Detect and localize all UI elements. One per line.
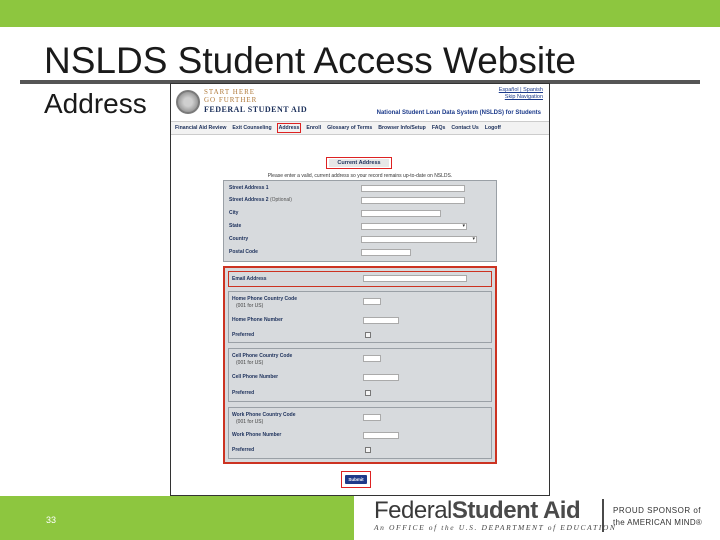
top-accent-bar — [0, 0, 720, 27]
home-preferred-label: Preferred — [232, 332, 255, 338]
cell-country-code-input[interactable] — [363, 355, 381, 362]
cell-number-input[interactable] — [363, 374, 399, 381]
cell-phone-subpanel: Cell Phone Country Code (001 for US) Cel… — [228, 348, 492, 402]
site-header: START HERE GO FURTHER FEDERAL STUDENT AI… — [171, 84, 549, 120]
cell-country-code-label: Cell Phone Country Code — [232, 353, 293, 359]
footer-divider — [602, 499, 604, 532]
work-country-code-label: Work Phone Country Code — [232, 412, 296, 418]
contact-panel: Email Address Home Phone Country Code (0… — [223, 266, 497, 464]
submit-highlight: Submit — [341, 471, 371, 488]
site-navbar: Financial Aid Review Exit Counseling Add… — [171, 121, 549, 135]
spanish-link[interactable]: Español | Spanish — [499, 87, 543, 93]
work-number-label: Work Phone Number — [232, 432, 282, 438]
country-label: Country — [229, 236, 249, 242]
city-label: City — [229, 210, 239, 216]
work-preferred-checkbox[interactable] — [365, 447, 371, 453]
street2-label: Street Address 2 (Optional) — [229, 197, 292, 203]
nav-financial-aid-review[interactable]: Financial Aid Review — [174, 124, 227, 132]
street2-label-text: Street Address 2 — [229, 197, 269, 203]
nav-contact-us[interactable]: Contact Us — [450, 124, 479, 132]
country-select[interactable]: ▾ — [361, 236, 477, 243]
home-preferred-checkbox[interactable] — [365, 332, 371, 338]
nav-exit-counseling[interactable]: Exit Counseling — [231, 124, 272, 132]
home-country-code-input[interactable] — [363, 298, 381, 305]
nav-glossary[interactable]: Glossary of Terms — [326, 124, 373, 132]
cell-preferred-checkbox[interactable] — [365, 390, 371, 396]
chevron-down-icon: ▾ — [472, 236, 475, 242]
work-preferred-label: Preferred — [232, 447, 255, 453]
email-subpanel: Email Address — [228, 271, 492, 287]
nav-faqs[interactable]: FAQs — [431, 124, 447, 132]
nav-logoff[interactable]: Logoff — [484, 124, 502, 132]
home-country-code-label: Home Phone Country Code — [232, 296, 298, 302]
nav-enroll[interactable]: Enroll — [305, 124, 322, 132]
brand-part-1: Federal — [374, 497, 452, 524]
postal-input[interactable] — [361, 249, 411, 256]
home-number-label: Home Phone Number — [232, 317, 283, 323]
slide-subtitle: Address — [44, 88, 147, 119]
instructions-text: Please enter a valid, current address so… — [267, 173, 453, 179]
street2-optional: (Optional) — [269, 197, 292, 203]
nslds-address-screenshot: START HERE GO FURTHER FEDERAL STUDENT AI… — [170, 83, 550, 496]
work-country-hint: (001 for US) — [236, 419, 264, 425]
email-input[interactable] — [363, 275, 467, 282]
work-phone-subpanel: Work Phone Country Code (001 for US) Wor… — [228, 407, 492, 459]
skip-navigation-link[interactable]: Skip Navigation — [505, 94, 543, 100]
federal-student-aid-logo: FederalStudent Aid — [374, 497, 581, 525]
state-label: State — [229, 223, 242, 229]
logo-line-3: FEDERAL STUDENT AID — [204, 105, 308, 114]
brand-part-2: Student Aid — [451, 497, 581, 524]
email-label: Email Address — [232, 276, 267, 282]
logo-line-1: START HERE — [204, 88, 256, 96]
system-title: National Student Loan Data System (NSLDS… — [376, 110, 541, 116]
nav-address[interactable]: Address — [276, 123, 302, 133]
page-heading: Current Address — [329, 159, 389, 167]
sponsor-line-2: the AMERICAN MIND® — [613, 518, 703, 527]
slide-title: NSLDS Student Access Website — [44, 40, 576, 81]
slide-number: 33 — [46, 515, 57, 525]
city-input[interactable] — [361, 210, 441, 217]
department-seal-icon — [176, 90, 200, 114]
home-phone-subpanel: Home Phone Country Code (001 for US) Hom… — [228, 291, 492, 343]
chevron-down-icon: ▾ — [462, 223, 465, 229]
page-heading-highlight: Current Address — [326, 157, 392, 169]
home-country-hint: (001 for US) — [236, 303, 264, 309]
state-select[interactable]: ▾ — [361, 223, 467, 230]
work-number-input[interactable] — [363, 432, 399, 439]
sponsor-line-1: PROUD SPONSOR of — [613, 506, 702, 515]
cell-preferred-label: Preferred — [232, 390, 255, 396]
submit-button[interactable]: Submit — [345, 475, 367, 484]
logo-line-2: GO FURTHER — [204, 96, 258, 104]
street1-input[interactable] — [361, 185, 465, 192]
street2-input[interactable] — [361, 197, 465, 204]
address-panel: Street Address 1 Street Address 2 (Optio… — [223, 180, 497, 262]
nav-browser-info[interactable]: Browser Info/Setup — [377, 124, 427, 132]
postal-label: Postal Code — [229, 249, 258, 255]
cell-country-hint: (001 for US) — [236, 360, 264, 366]
brand-tagline: An OFFICE of the U.S. DEPARTMENT of EDUC… — [374, 523, 617, 532]
home-number-input[interactable] — [363, 317, 399, 324]
cell-number-label: Cell Phone Number — [232, 374, 279, 380]
work-country-code-input[interactable] — [363, 414, 381, 421]
street1-label: Street Address 1 — [229, 185, 269, 191]
